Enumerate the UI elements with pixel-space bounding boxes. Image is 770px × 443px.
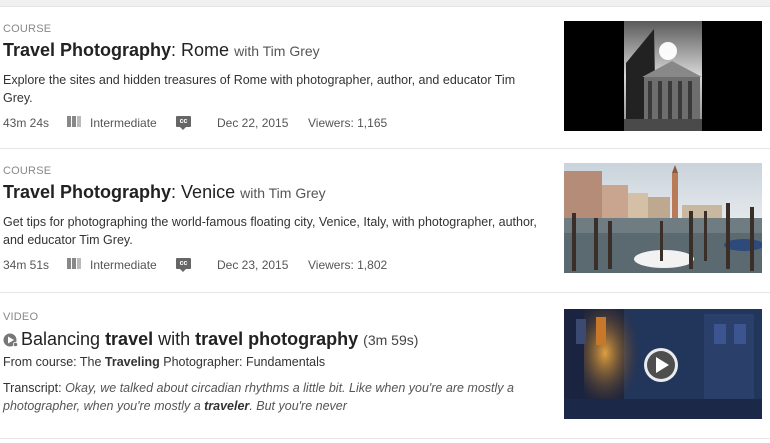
transcript-highlight: traveler: [204, 399, 250, 413]
result-title-link[interactable]: Travel Photography: Rome with Tim Grey: [3, 40, 320, 61]
from-course-prefix: From course: The: [3, 355, 105, 369]
venice-canal-thumbnail[interactable]: [564, 163, 762, 273]
author-label: with Tim Grey: [234, 43, 320, 59]
title-text-1: Balancing: [21, 329, 106, 349]
author-label: with Tim Grey: [240, 185, 326, 201]
result-description: Get tips for photographing the world-fam…: [3, 215, 537, 247]
from-course-link[interactable]: From course: The Traveling Photographer:…: [3, 355, 325, 369]
result-type-label: COURSE: [3, 23, 52, 35]
title-text-2: with: [153, 329, 196, 349]
title-highlight-1: travel: [105, 329, 154, 349]
title-highlight: Travel Photography: [3, 182, 172, 202]
search-result-course[interactable]: COURSE Travel Photography: Rome with Tim…: [0, 7, 770, 149]
from-course-highlight: Traveling: [104, 355, 160, 369]
result-description: Explore the sites and hidden treasures o…: [3, 73, 516, 105]
result-title-link[interactable]: Travel Photography: Venice with Tim Grey: [3, 182, 326, 203]
transcript-label: Transcript:: [3, 381, 66, 395]
release-date: Dec 23, 2015: [217, 258, 289, 272]
release-date: Dec 22, 2015: [217, 116, 289, 130]
title-highlight: Travel Photography: [3, 40, 172, 60]
video-duration: (3m 59s): [363, 332, 419, 348]
top-divider-bar: [0, 0, 770, 7]
from-course-rest: Photographer: Fundamentals: [159, 355, 326, 369]
search-result-course[interactable]: COURSE Travel Photography: Venice with T…: [0, 149, 770, 293]
transcript-text-2: . But you're never: [249, 399, 347, 413]
rome-pantheon-thumbnail[interactable]: [564, 21, 762, 131]
duration: 43m 24s: [3, 116, 50, 130]
video-play-icon: [3, 331, 19, 348]
night-street-video-thumbnail[interactable]: [564, 309, 762, 419]
viewers-count: Viewers: 1,802: [308, 258, 388, 272]
title-rest: : Venice: [171, 182, 236, 202]
transcript-snippet: Transcript: Okay, we talked about circad…: [3, 379, 551, 415]
viewers-count: Viewers: 1,165: [308, 116, 388, 130]
result-type-label: VIDEO: [3, 311, 39, 323]
duration: 34m 51s: [3, 258, 50, 272]
title-rest: : Rome: [171, 40, 230, 60]
result-type-label: COURSE: [3, 165, 52, 177]
level-label: Intermediate: [90, 116, 157, 130]
title-highlight-2: travel photography: [195, 329, 359, 349]
level-label: Intermediate: [90, 258, 157, 272]
result-title-link[interactable]: Balancing travel with travel photography…: [3, 329, 418, 350]
search-result-video[interactable]: VIDEO Balancing travel with travel photo…: [0, 293, 770, 439]
